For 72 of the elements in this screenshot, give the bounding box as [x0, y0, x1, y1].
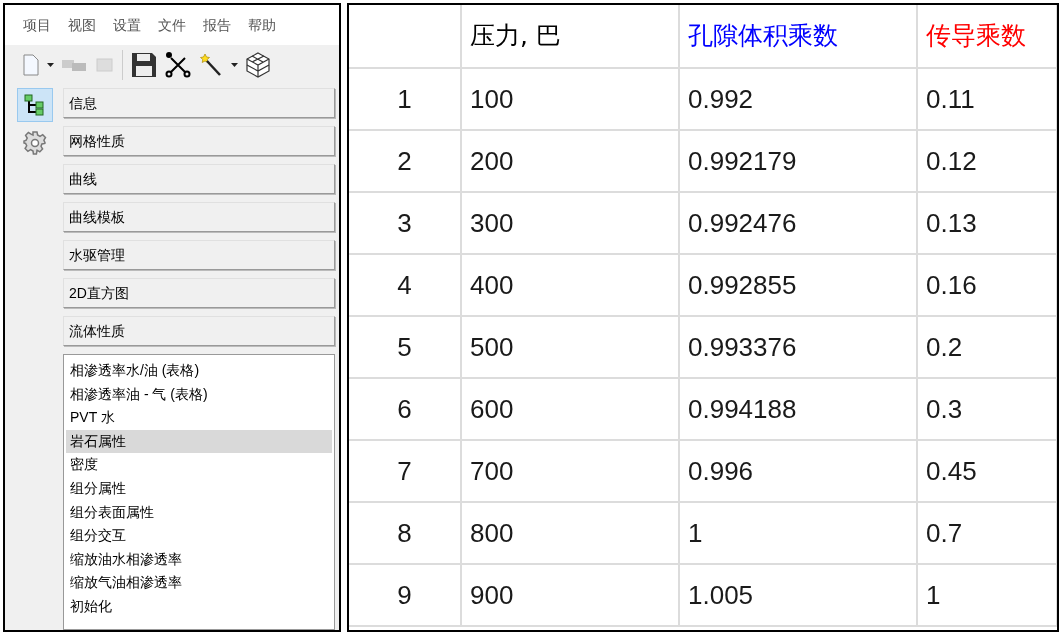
list-item[interactable]: 初始化: [66, 594, 332, 619]
section-button[interactable]: 曲线模板: [63, 202, 335, 232]
table-cell: 100: [462, 69, 680, 131]
menu-item[interactable]: 文件: [158, 14, 186, 36]
table-cell: 1: [680, 503, 918, 565]
menu-item[interactable]: 视图: [68, 14, 96, 36]
table-cell: 0.992855: [680, 255, 918, 317]
section-button[interactable]: 曲线: [63, 164, 335, 194]
row-number: 9: [349, 565, 462, 627]
table-cell: 500: [462, 317, 680, 379]
row-number: 1: [349, 69, 462, 131]
section-button[interactable]: 水驱管理: [63, 240, 335, 270]
menu-item[interactable]: 设置: [113, 14, 141, 36]
list-item[interactable]: 缩放气油相渗透率: [66, 571, 332, 595]
table-cell: 700: [462, 441, 680, 503]
table-cell: 0.16: [918, 255, 1057, 317]
table-cell: 0.992476: [680, 193, 918, 255]
magic-wand-icon[interactable]: [199, 52, 223, 78]
list-item[interactable]: 组分属性: [66, 476, 332, 501]
column-header[interactable]: 传导乘数: [918, 5, 1057, 69]
section-button[interactable]: 信息: [63, 88, 335, 118]
list-item[interactable]: 岩石属性: [66, 429, 332, 454]
table-cell: 1: [918, 565, 1057, 627]
table-cell: 0.992: [680, 69, 918, 131]
row-number: 6: [349, 379, 462, 441]
table-cell: 0.2: [918, 317, 1057, 379]
table-cell: 0.3: [918, 379, 1057, 441]
list-item[interactable]: 相渗透率油 - 气 (表格): [66, 382, 332, 407]
row-number: 8: [349, 503, 462, 565]
row-number: 2: [349, 131, 462, 193]
list-item[interactable]: 相渗透率水/油 (表格): [66, 359, 332, 383]
list-item[interactable]: 密度: [66, 453, 332, 477]
menu-item[interactable]: 帮助: [248, 14, 276, 36]
table-cell: 400: [462, 255, 680, 317]
section-button[interactable]: 网格性质: [63, 126, 335, 156]
table-cell: 1.005: [680, 565, 918, 627]
side-tab[interactable]: [17, 88, 53, 122]
row-number: 4: [349, 255, 462, 317]
table-cell: 200: [462, 131, 680, 193]
row-number: 5: [349, 317, 462, 379]
row-number: 3: [349, 193, 462, 255]
scissors-icon[interactable]: [165, 52, 191, 78]
menu-item[interactable]: 项目: [23, 14, 51, 36]
table-cell: 0.996: [680, 441, 918, 503]
table-cell: 900: [462, 565, 680, 627]
table-cell: 0.45: [918, 441, 1057, 503]
column-header[interactable]: 孔隙体积乘数: [680, 5, 918, 69]
caret-icon[interactable]: [231, 63, 238, 67]
table-cell: 0.12: [918, 131, 1057, 193]
table-cell: 300: [462, 193, 680, 255]
table-cell: 0.993376: [680, 317, 918, 379]
menu-item[interactable]: 报告: [203, 14, 231, 36]
settings-icon: [23, 131, 47, 155]
table-cell: 0.13: [918, 193, 1057, 255]
table-cell: 800: [462, 503, 680, 565]
list-item[interactable]: PVT 水: [66, 406, 332, 430]
caret-icon[interactable]: [47, 63, 54, 67]
row-number: 7: [349, 441, 462, 503]
save-icon[interactable]: [131, 52, 157, 78]
column-header[interactable]: 压力, 巴: [462, 5, 680, 69]
table-cell: 600: [462, 379, 680, 441]
table-cell: 0.994188: [680, 379, 918, 441]
table-cell: 0.11: [918, 69, 1057, 131]
list-item[interactable]: 组分表面属性: [66, 500, 332, 525]
list-item[interactable]: 缩放油水相渗透率: [66, 547, 332, 572]
table-cell: 0.7: [918, 503, 1057, 565]
section-button[interactable]: 2D直方图: [63, 278, 335, 308]
section-button[interactable]: 流体性质: [63, 316, 335, 346]
tree-icon: [24, 94, 46, 116]
list-item[interactable]: 组分交互: [66, 524, 332, 548]
cube-icon[interactable]: [246, 52, 270, 78]
table-cell: 0.992179: [680, 131, 918, 193]
